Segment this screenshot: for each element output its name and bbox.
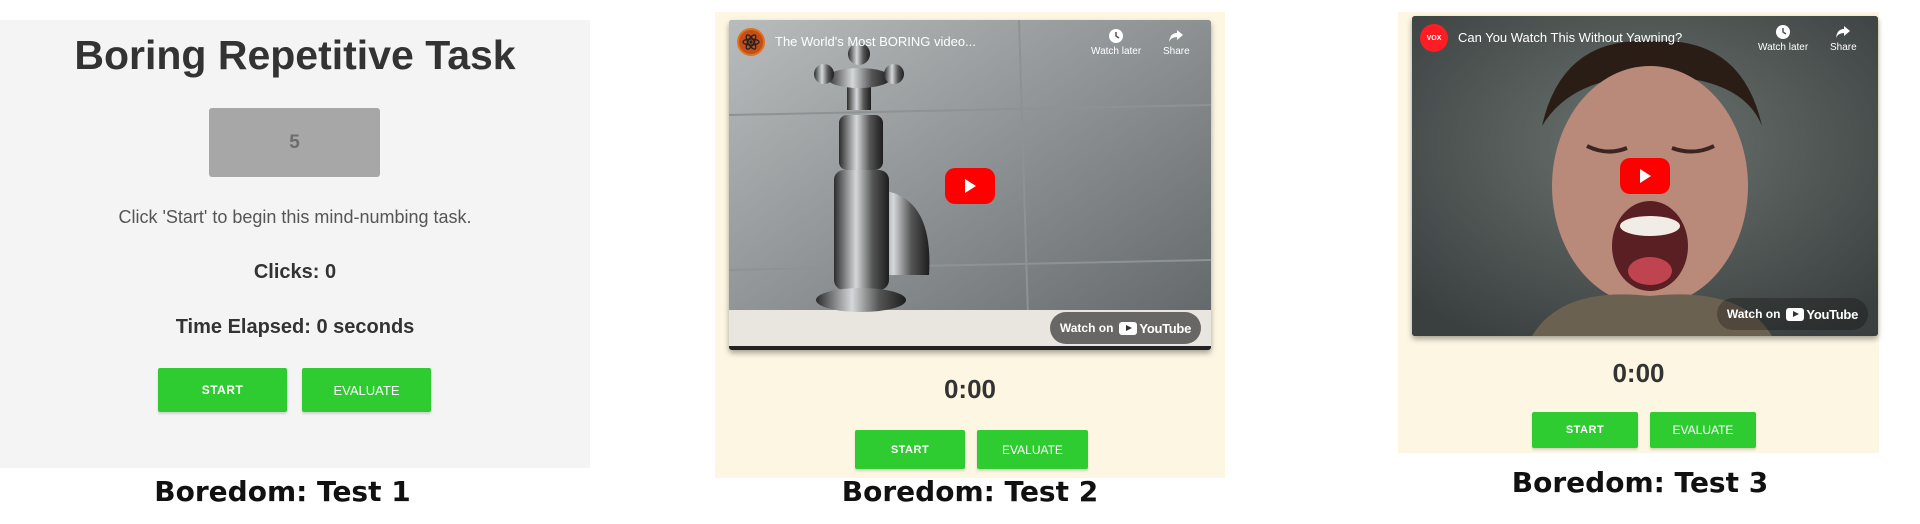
youtube-logo-icon: YouTube <box>1119 321 1191 336</box>
share-button[interactable]: Share <box>1830 24 1857 53</box>
page-title: Boring Repetitive Task <box>74 32 516 78</box>
youtube-play-glyph <box>1786 307 1805 321</box>
channel-avatar[interactable]: VOX <box>1420 24 1448 52</box>
caption-test-2: Boredom: Test 2 <box>841 475 1099 508</box>
video-player[interactable]: The World's Most BORING video... Watch l… <box>729 20 1211 350</box>
youtube-logo-icon: YouTube <box>1786 307 1858 322</box>
channel-badge-text: VOX <box>1426 34 1442 42</box>
start-button[interactable]: START <box>855 430 965 469</box>
video-player[interactable]: VOX Can You Watch This Without Yawning? … <box>1412 16 1878 336</box>
atom-icon <box>742 34 760 50</box>
clicks-counter: Clicks: 0 <box>253 261 337 283</box>
play-button[interactable] <box>945 168 995 204</box>
share-arrow-icon <box>1169 30 1184 42</box>
share-label: Share <box>1830 42 1857 53</box>
youtube-label: YouTube <box>1139 320 1191 336</box>
watch-later-button[interactable]: Watch later <box>1758 24 1808 53</box>
caption-test-3: Boredom: Test 3 <box>1511 466 1769 499</box>
watch-on-youtube-button[interactable]: Watch on YouTube <box>1049 312 1201 344</box>
share-button[interactable]: Share <box>1163 28 1190 57</box>
clock-icon <box>1109 29 1124 43</box>
watch-on-youtube-button[interactable]: Watch on YouTube <box>1716 298 1868 330</box>
video-test-panel-3: VOX Can You Watch This Without Yawning? … <box>1398 12 1879 453</box>
evaluate-button[interactable]: EVALUATE <box>302 368 431 412</box>
share-label: Share <box>1163 46 1190 57</box>
start-button[interactable]: START <box>158 368 287 412</box>
play-button[interactable] <box>1620 158 1670 194</box>
watch-on-label: Watch on <box>1059 321 1114 335</box>
watch-on-label: Watch on <box>1726 307 1781 321</box>
boring-task-panel: Boring Repetitive Task 5 Click 'Start' t… <box>0 20 590 468</box>
start-button[interactable]: START <box>1532 412 1638 448</box>
instruction-text: Click 'Start' to begin this mind-numbing… <box>118 207 472 227</box>
video-title[interactable]: Can You Watch This Without Yawning? <box>1458 30 1682 45</box>
video-timer: 0:00 <box>1612 358 1665 388</box>
counter-display: 5 <box>209 108 380 177</box>
watch-later-label: Watch later <box>1758 42 1809 53</box>
video-test-panel-2: The World's Most BORING video... Watch l… <box>715 12 1225 478</box>
channel-avatar[interactable] <box>737 28 765 56</box>
play-icon <box>1640 169 1651 183</box>
watch-later-label: Watch later <box>1091 46 1142 57</box>
video-title[interactable]: The World's Most BORING video... <box>775 34 976 49</box>
share-arrow-icon <box>1836 26 1851 38</box>
evaluate-button[interactable]: EVALUATE <box>1650 412 1756 448</box>
youtube-play-glyph <box>1119 321 1138 335</box>
caption-test-1: Boredom: Test 1 <box>154 475 411 508</box>
evaluate-button[interactable]: EVALUATE <box>977 430 1088 469</box>
time-elapsed: Time Elapsed: 0 seconds <box>175 316 415 338</box>
youtube-label: YouTube <box>1806 306 1858 322</box>
video-timer: 0:00 <box>943 374 997 404</box>
play-icon <box>965 179 976 193</box>
watch-later-button[interactable]: Watch later <box>1091 28 1141 57</box>
clock-icon <box>1776 25 1791 39</box>
